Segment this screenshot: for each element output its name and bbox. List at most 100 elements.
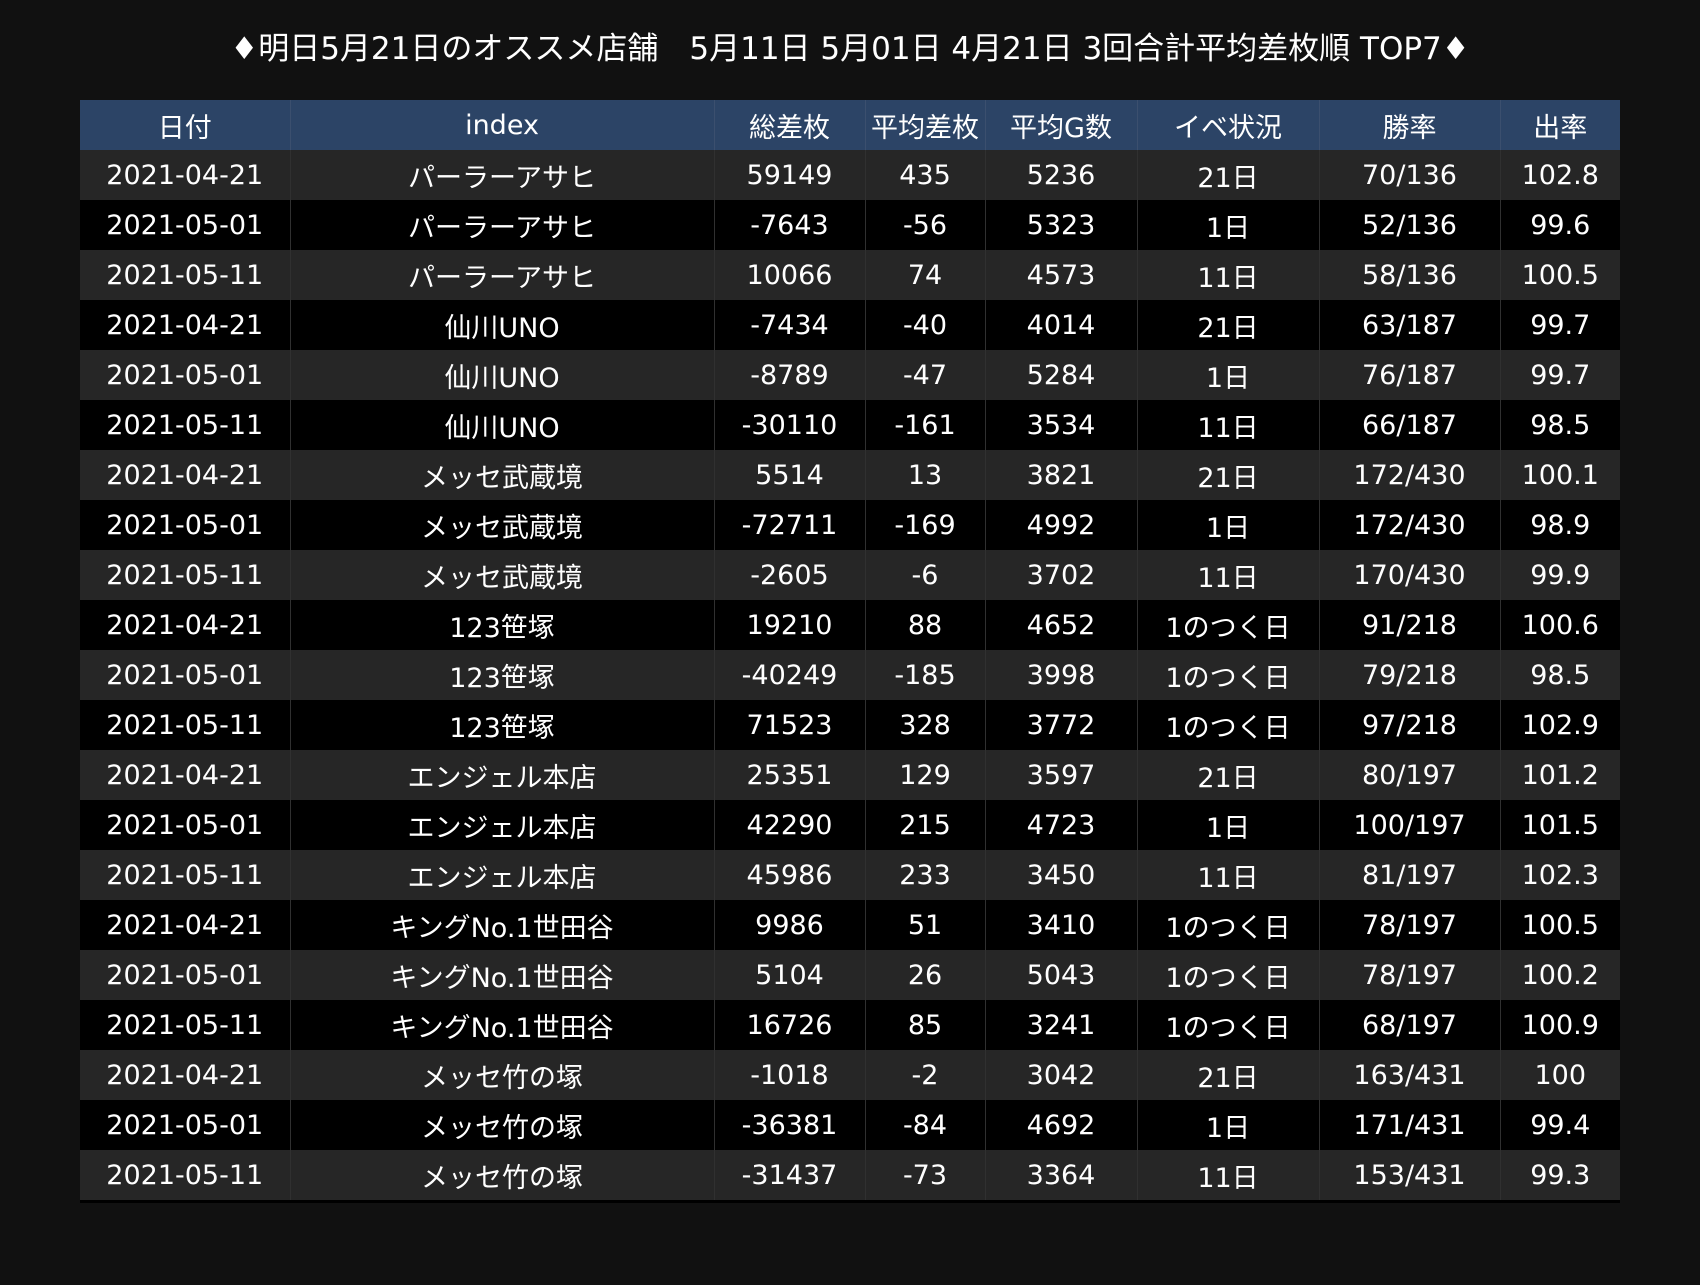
column-header-payout-rate: 出率 [1500,100,1620,150]
cell-date: 2021-04-21 [80,900,291,950]
cell-event: 21日 [1137,450,1320,500]
cell-win-rate: 78/197 [1319,950,1501,1000]
cell-avg-games: 4692 [985,1100,1138,1150]
cell-index: キングNo.1世田谷 [290,950,715,1000]
cell-avg-games: 4573 [985,250,1138,300]
cell-avg-diff: 129 [865,750,986,800]
cell-avg-diff: 88 [865,600,986,650]
cell-avg-games: 5284 [985,350,1138,400]
cell-index: 123笹塚 [290,600,715,650]
cell-index: メッセ武蔵境 [290,500,715,550]
cell-date: 2021-05-11 [80,400,291,450]
cell-index: パーラーアサヒ [290,150,715,200]
cell-win-rate: 80/197 [1319,750,1501,800]
column-header-win-rate: 勝率 [1319,100,1501,150]
cell-avg-diff: -2 [865,1050,986,1100]
page-title: ♦明日5月21日のオススメ店舗 5月11日 5月01日 4月21日 3回合計平均… [230,31,1470,67]
cell-avg-diff: 233 [865,850,986,900]
cell-avg-diff: 51 [865,900,986,950]
cell-event: 1日 [1137,350,1320,400]
cell-total-diff: 42290 [714,800,866,850]
cell-event: 1のつく日 [1137,1000,1320,1050]
cell-total-diff: 25351 [714,750,866,800]
cell-date: 2021-05-01 [80,1100,291,1150]
column-header-total-diff: 総差枚 [714,100,866,150]
cell-avg-games: 4992 [985,500,1138,550]
cell-win-rate: 171/431 [1319,1100,1501,1150]
cell-avg-games: 3534 [985,400,1138,450]
table-row: 2021-04-21 パーラーアサヒ 59149 435 5236 21日 70/136 10… [80,150,1620,200]
cell-date: 2021-04-21 [80,600,291,650]
cell-date: 2021-05-11 [80,550,291,600]
cell-payout-rate: 99.4 [1500,1100,1620,1150]
cell-index: 仙川UNO [290,350,715,400]
cell-event: 1のつく日 [1137,900,1320,950]
cell-win-rate: 170/430 [1319,550,1501,600]
cell-event: 1日 [1137,500,1320,550]
cell-win-rate: 52/136 [1319,200,1501,250]
cell-avg-diff: -40 [865,300,986,350]
cell-date: 2021-05-11 [80,1000,291,1050]
cell-total-diff: -7643 [714,200,866,250]
cell-payout-rate: 100 [1500,1050,1620,1100]
header-row: 日付 index 総差枚 平均差枚 平均G数 イベ状況 勝率 出率 [80,100,1620,150]
cell-date: 2021-04-21 [80,1050,291,1100]
cell-payout-rate: 99.6 [1500,200,1620,250]
cell-win-rate: 76/187 [1319,350,1501,400]
column-header-event: イベ状況 [1137,100,1320,150]
cell-payout-rate: 100.5 [1500,250,1620,300]
cell-avg-diff: 85 [865,1000,986,1050]
cell-win-rate: 68/197 [1319,1000,1501,1050]
cell-total-diff: 5104 [714,950,866,1000]
cell-event: 1のつく日 [1137,950,1320,1000]
cell-index: メッセ竹の塚 [290,1150,715,1200]
table-header: 日付 index 総差枚 平均差枚 平均G数 イベ状況 勝率 出率 [80,100,1620,150]
cell-index: 仙川UNO [290,400,715,450]
cell-win-rate: 97/218 [1319,700,1501,750]
table-body: 2021-04-21 パーラーアサヒ 59149 435 5236 21日 70/136 10… [80,150,1620,1200]
cell-win-rate: 58/136 [1319,250,1501,300]
cell-avg-diff: -47 [865,350,986,400]
cell-win-rate: 63/187 [1319,300,1501,350]
cell-date: 2021-04-21 [80,450,291,500]
cell-payout-rate: 102.3 [1500,850,1620,900]
cell-payout-rate: 101.5 [1500,800,1620,850]
cell-event: 11日 [1137,400,1320,450]
cell-avg-games: 3042 [985,1050,1138,1100]
cell-event: 1日 [1137,200,1320,250]
cell-index: エンジェル本店 [290,750,715,800]
cell-win-rate: 78/197 [1319,900,1501,950]
cell-avg-diff: 328 [865,700,986,750]
column-header-avg-diff: 平均差枚 [865,100,986,150]
cell-total-diff: -7434 [714,300,866,350]
cell-win-rate: 91/218 [1319,600,1501,650]
cell-avg-games: 3241 [985,1000,1138,1050]
cell-payout-rate: 102.9 [1500,700,1620,750]
cell-event: 21日 [1137,1050,1320,1100]
cell-date: 2021-05-01 [80,650,291,700]
cell-total-diff: -8789 [714,350,866,400]
cell-index: メッセ武蔵境 [290,450,715,500]
cell-avg-games: 3450 [985,850,1138,900]
table-row: 2021-05-01 キングNo.1世田谷 5104 26 5043 1のつく日 78/19… [80,950,1620,1000]
cell-event: 1のつく日 [1137,600,1320,650]
cell-date: 2021-05-11 [80,1150,291,1200]
table-row: 2021-05-01 仙川UNO -8789 -47 5284 1日 76/187 99.7 [80,350,1620,400]
cell-avg-diff: -84 [865,1100,986,1150]
cell-avg-games: 5323 [985,200,1138,250]
cell-index: エンジェル本店 [290,800,715,850]
cell-total-diff: 71523 [714,700,866,750]
cell-avg-games: 3821 [985,450,1138,500]
cell-win-rate: 100/197 [1319,800,1501,850]
table-row: 2021-05-01 メッセ武蔵境 -72711 -169 4992 1日 172/430 9… [80,500,1620,550]
cell-event: 21日 [1137,750,1320,800]
cell-total-diff: -2605 [714,550,866,600]
cell-avg-games: 4652 [985,600,1138,650]
cell-total-diff: 10066 [714,250,866,300]
table-row: 2021-05-11 仙川UNO -30110 -161 3534 11日 66/187 98… [80,400,1620,450]
cell-win-rate: 172/430 [1319,500,1501,550]
cell-payout-rate: 98.5 [1500,650,1620,700]
cell-avg-diff: 26 [865,950,986,1000]
cell-total-diff: -30110 [714,400,866,450]
cell-payout-rate: 98.9 [1500,500,1620,550]
